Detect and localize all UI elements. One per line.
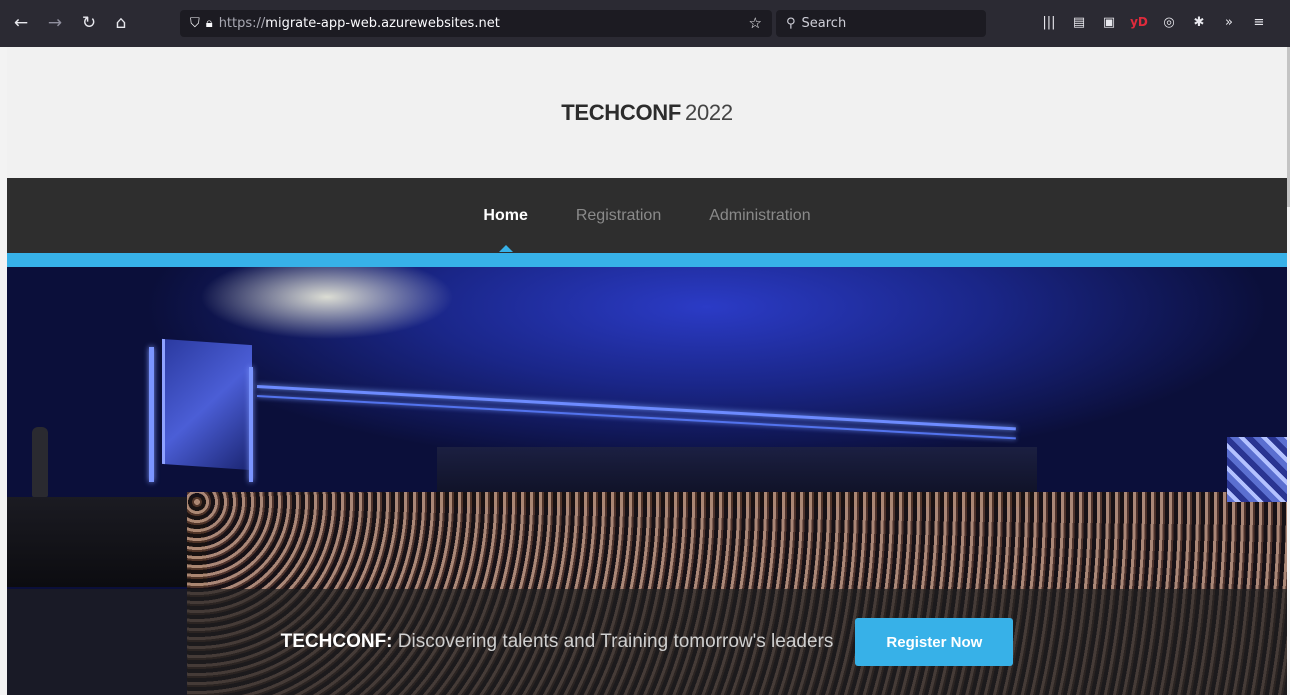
extension-icon[interactable]: ▣	[1100, 12, 1118, 32]
nav-item-administration[interactable]: Administration	[709, 207, 810, 225]
url-protocol: https://	[218, 16, 266, 31]
bookmark-star-icon[interactable]: ☆	[749, 14, 762, 32]
home-icon[interactable]: ⌂	[110, 12, 132, 34]
url-bar[interactable]: ⛉ 🔒︎ https://migrate-app-web.azurewebsit…	[180, 10, 772, 37]
yd-extension-icon[interactable]: yD	[1130, 12, 1148, 32]
ceiling-light	[256, 395, 1016, 440]
lock-icon[interactable]: 🔒︎	[206, 16, 213, 31]
page: TECHCONF 2022 Home Registration Administr…	[7, 47, 1287, 695]
forward-icon[interactable]: →	[44, 12, 66, 34]
stage	[7, 497, 207, 587]
site-header: TECHCONF 2022	[7, 47, 1287, 178]
light-pillar	[249, 367, 253, 482]
hero-image: TECHCONF: Discovering talents and Traini…	[7, 267, 1287, 695]
speaker-figure	[32, 427, 48, 497]
tagline-text: Discovering talents and Training tomorro…	[397, 631, 834, 652]
browser-toolbar: ← → ↻ ⌂ ⛉ 🔒︎ https://migrate-app-web.azu…	[0, 0, 1290, 47]
toolbar-icons: ||| ▤ ▣ yD ◎ ✱ » ≡	[1040, 12, 1268, 32]
search-icon: ⚲	[786, 16, 796, 31]
puzzle-extension-icon[interactable]: ✱	[1190, 12, 1208, 32]
nav-item-home[interactable]: Home	[483, 207, 527, 225]
circle-extension-icon[interactable]: ◎	[1160, 12, 1178, 32]
shield-icon[interactable]: ⛉	[190, 16, 200, 31]
light-pillar	[149, 347, 154, 482]
ceiling-light	[256, 385, 1016, 431]
stage-screen	[162, 338, 252, 471]
back-icon[interactable]: ←	[10, 12, 32, 34]
site-year: 2022	[685, 99, 733, 125]
reload-icon[interactable]: ↻	[78, 12, 100, 34]
wall-art	[1227, 437, 1287, 502]
site-brand: TECHCONF	[561, 99, 682, 125]
reader-view-icon[interactable]: ▤	[1070, 12, 1088, 32]
tagline-brand: TECHCONF:	[280, 631, 393, 652]
overflow-icon[interactable]: »	[1220, 12, 1238, 32]
library-icon[interactable]: |||	[1040, 12, 1058, 32]
url-host: migrate-app-web.azurewebsites.net	[265, 16, 500, 31]
main-nav: Home Registration Administration	[7, 178, 1287, 253]
search-placeholder: Search	[801, 16, 847, 31]
hero-tagline: TECHCONF: Discovering talents and Traini…	[281, 631, 834, 653]
search-input[interactable]: ⚲ Search	[776, 10, 986, 37]
accent-strip	[7, 253, 1287, 267]
menu-icon[interactable]: ≡	[1250, 12, 1268, 32]
nav-item-registration[interactable]: Registration	[576, 207, 661, 225]
site-title[interactable]: TECHCONF 2022	[561, 100, 733, 126]
hero-banner: TECHCONF: Discovering talents and Traini…	[7, 589, 1287, 695]
register-now-button[interactable]: Register Now	[855, 618, 1014, 666]
